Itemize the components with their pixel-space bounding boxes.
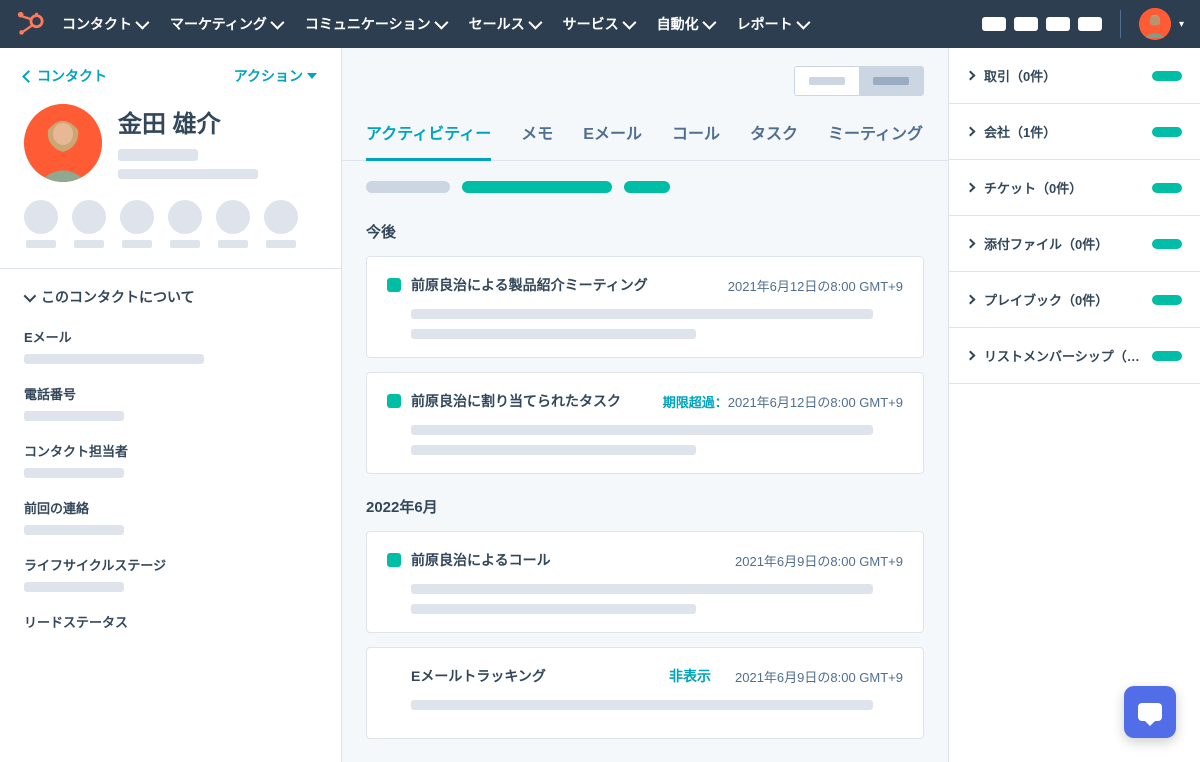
sidebar-item-companies[interactable]: 会社（1件） <box>949 104 1200 160</box>
hide-link[interactable]: 非表示 <box>669 666 711 686</box>
field-label-lifecycle: ライフサイクルステージ <box>24 555 317 574</box>
sidebar-item-playbooks[interactable]: プレイブック（0件） <box>949 272 1200 328</box>
contact-avatar[interactable] <box>24 104 102 182</box>
field-label-owner: コンタクト担当者 <box>24 441 317 460</box>
tab-notes[interactable]: メモ <box>521 120 553 160</box>
checkbox-icon[interactable] <box>387 278 401 292</box>
field-value[interactable] <box>24 411 124 421</box>
chevron-right-icon <box>966 239 976 249</box>
user-avatar[interactable] <box>1139 8 1171 40</box>
section-upcoming: 今後 <box>342 213 948 256</box>
chevron-right-icon <box>966 295 976 305</box>
nav-service[interactable]: サービス <box>563 14 633 34</box>
card-title: 前原良治による製品紹介ミーティング <box>411 275 718 295</box>
chevron-right-icon <box>966 71 976 81</box>
card-title: Eメールトラッキング <box>411 666 659 686</box>
card-title: 前原良治によるコール <box>411 550 725 570</box>
field-label-last-contact: 前回の連絡 <box>24 498 317 517</box>
tab-calls[interactable]: コール <box>672 120 720 160</box>
nav-marketing[interactable]: マーケティング <box>170 14 281 34</box>
activity-card[interactable]: 前原良治によるコール 2021年6月9日の8:00 GMT+9 <box>366 531 924 633</box>
field-value[interactable] <box>24 354 204 364</box>
card-timestamp: 2021年6月9日の8:00 GMT+9 <box>735 667 903 686</box>
about-contact-toggle[interactable]: このコンタクトについて <box>24 287 317 307</box>
tab-meetings[interactable]: ミーティング <box>828 120 923 160</box>
field-value[interactable] <box>24 525 124 535</box>
view-toggle[interactable] <box>794 66 924 96</box>
checkbox-icon[interactable] <box>387 394 401 408</box>
activity-card[interactable]: 前原良治に割り当てられたタスク 期限超過：2021年6月12日の8:00 GMT… <box>366 372 924 474</box>
chevron-right-icon <box>966 351 976 361</box>
chevron-down-icon: ▾ <box>1179 19 1184 30</box>
contact-subtitle-1 <box>118 149 198 161</box>
action-button-1[interactable] <box>24 200 58 248</box>
divider <box>0 268 341 269</box>
right-sidebar: 取引（0件） 会社（1件） チケット（0件） 添付ファイル（0件） プレイブック… <box>948 48 1200 762</box>
nav-communication[interactable]: コミュニケーション <box>305 14 445 34</box>
hubspot-logo[interactable] <box>16 10 44 38</box>
nav-sales[interactable]: セールス <box>469 14 539 34</box>
card-timestamp: 期限超過：2021年6月12日の8:00 GMT+9 <box>663 392 903 411</box>
sidebar-item-deals[interactable]: 取引（0件） <box>949 48 1200 104</box>
action-button-5[interactable] <box>216 200 250 248</box>
nav-util-2[interactable] <box>1014 17 1038 31</box>
chat-widget-button[interactable] <box>1124 686 1176 738</box>
divider <box>1120 10 1121 38</box>
field-label-email: Eメール <box>24 327 317 346</box>
field-value[interactable] <box>24 468 124 478</box>
field-value[interactable] <box>24 582 124 592</box>
contact-name: 金田 雄介 <box>118 104 317 139</box>
action-button-6[interactable] <box>264 200 298 248</box>
nav-automation[interactable]: 自動化 <box>657 14 713 34</box>
contact-subtitle-2 <box>118 169 258 179</box>
nav-util-3[interactable] <box>1046 17 1070 31</box>
card-timestamp: 2021年6月9日の8:00 GMT+9 <box>735 551 903 570</box>
tab-tasks[interactable]: タスク <box>750 120 798 160</box>
nav-util-1[interactable] <box>982 17 1006 31</box>
field-label-lead-status: リードステータス <box>24 612 317 631</box>
activity-card[interactable]: Eメールトラッキング 非表示 2021年6月9日の8:00 GMT+9 <box>366 647 924 739</box>
checkbox-icon[interactable] <box>387 553 401 567</box>
actions-dropdown[interactable]: アクション <box>234 66 317 86</box>
filter-pill-active[interactable] <box>624 181 670 193</box>
chevron-right-icon <box>966 127 976 137</box>
card-timestamp: 2021年6月12日の8:00 GMT+9 <box>728 276 903 295</box>
back-to-contacts[interactable]: コンタクト <box>24 66 107 86</box>
sidebar-item-attachments[interactable]: 添付ファイル（0件） <box>949 216 1200 272</box>
activity-feed: アクティビティー メモ Eメール コール タスク ミーティング 今後 前原良治に… <box>342 48 948 762</box>
nav-contacts[interactable]: コンタクト <box>62 14 146 34</box>
top-navigation: コンタクト マーケティング コミュニケーション セールス サービス 自動化 レポ… <box>0 0 1200 48</box>
action-button-3[interactable] <box>120 200 154 248</box>
field-label-phone: 電話番号 <box>24 384 317 403</box>
nav-util-4[interactable] <box>1078 17 1102 31</box>
section-june: 2022年6月 <box>342 488 948 531</box>
card-title: 前原良治に割り当てられたタスク <box>411 391 653 411</box>
chevron-right-icon <box>966 183 976 193</box>
tab-activity[interactable]: アクティビティー <box>366 120 491 161</box>
activity-card[interactable]: 前原良治による製品紹介ミーティング 2021年6月12日の8:00 GMT+9 <box>366 256 924 358</box>
action-button-4[interactable] <box>168 200 202 248</box>
tab-emails[interactable]: Eメール <box>583 120 642 160</box>
filter-pill[interactable] <box>366 181 450 193</box>
sidebar-item-tickets[interactable]: チケット（0件） <box>949 160 1200 216</box>
filter-pill-active[interactable] <box>462 181 612 193</box>
nav-reports[interactable]: レポート <box>737 14 807 34</box>
sidebar-item-lists[interactable]: リストメンバーシップ（1... <box>949 328 1200 384</box>
action-button-2[interactable] <box>72 200 106 248</box>
left-sidebar: コンタクト アクション 金田 雄介 このコンタクトについて Eメール 電 <box>0 48 342 762</box>
